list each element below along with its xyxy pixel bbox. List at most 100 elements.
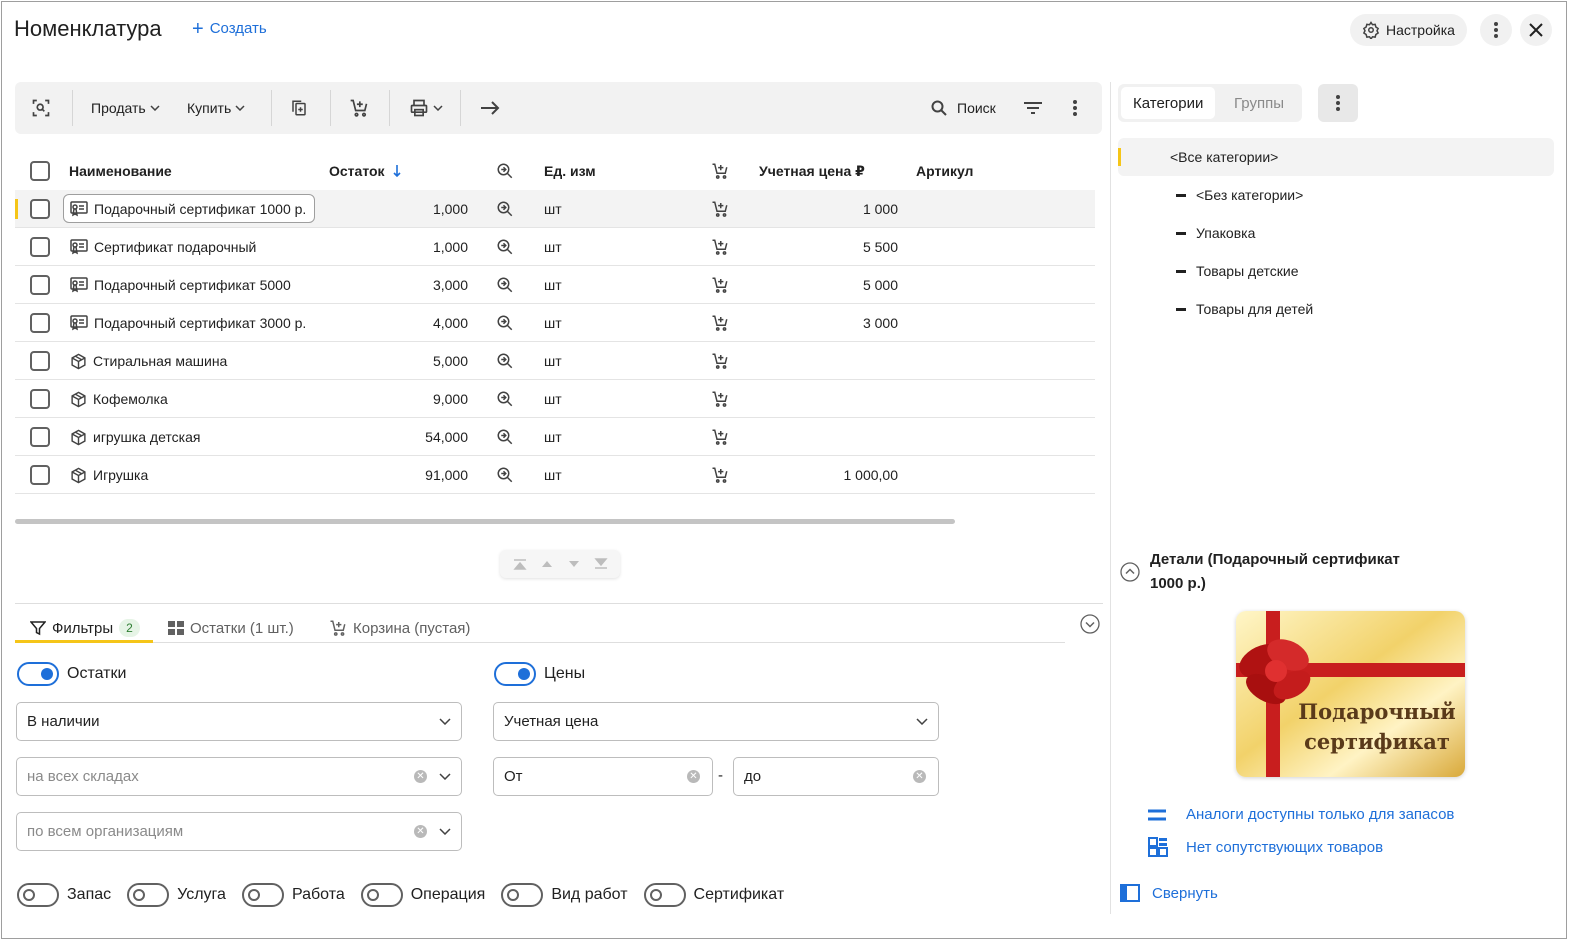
tab-groups[interactable]: Группы (1222, 87, 1296, 119)
row-checkbox[interactable] (30, 275, 50, 295)
row-cart-icon[interactable] (711, 276, 729, 294)
close-button[interactable] (1520, 14, 1552, 46)
row-name[interactable]: Игрушка (93, 467, 148, 483)
clear-icon[interactable]: ✕ (687, 770, 700, 783)
table-row[interactable]: Подарочный сертификат 1000 р. 1,000 шт 1 00… (15, 190, 1095, 228)
stock-lookup-icon[interactable] (496, 428, 514, 446)
column-header-stock[interactable]: Остаток (329, 152, 401, 190)
type-toggle[interactable] (643, 883, 686, 907)
collapse-panel-button[interactable] (1080, 614, 1100, 634)
row-name[interactable]: Стиральная машина (93, 353, 227, 369)
stock-lookup-icon[interactable] (496, 390, 514, 408)
price-from-input[interactable]: От ✕ (493, 757, 713, 796)
toolbar-more-button[interactable] (1073, 82, 1077, 134)
buy-dropdown[interactable]: Купить (187, 82, 245, 134)
row-checkbox[interactable] (30, 389, 50, 409)
sell-dropdown[interactable]: Продать (91, 82, 160, 134)
table-row[interactable]: Подарочный сертификат 3000 р. 4,000 шт 3 00… (15, 304, 1095, 342)
row-name[interactable]: Кофемолка (93, 391, 168, 407)
scan-search-button[interactable] (31, 82, 51, 134)
tab-filters[interactable]: Фильтры 2 (30, 614, 140, 642)
table-row[interactable]: Игрушка 91,000 шт 1 000,00 (15, 456, 1095, 494)
categories-more-button[interactable] (1318, 84, 1358, 122)
stock-lookup-icon[interactable] (496, 314, 514, 332)
row-cart-icon[interactable] (711, 352, 729, 370)
tab-categories[interactable]: Категории (1121, 87, 1216, 119)
print-dropdown[interactable] (409, 82, 443, 134)
select-all-checkbox[interactable] (30, 161, 50, 181)
collapse-right-panel-button[interactable]: Свернуть (1120, 884, 1218, 902)
type-toggle[interactable] (241, 883, 284, 907)
settings-button[interactable]: Настройка (1350, 14, 1467, 46)
details-collapse-button[interactable] (1120, 562, 1140, 582)
more-menu-button[interactable] (1480, 14, 1512, 46)
row-cart-icon[interactable] (711, 428, 729, 446)
row-name[interactable]: игрушка детская (93, 429, 200, 445)
filter-button[interactable] (1023, 82, 1043, 134)
row-checkbox[interactable] (30, 427, 50, 447)
last-row-icon[interactable] (593, 558, 608, 570)
copy-button[interactable] (290, 82, 308, 134)
column-header-article[interactable]: Артикул (916, 152, 973, 190)
type-toggle[interactable] (127, 883, 170, 907)
row-checkbox[interactable] (30, 199, 50, 219)
category-item[interactable]: Товары для детей (1176, 299, 1313, 319)
price-type-select[interactable]: Учетная цена (493, 702, 939, 741)
table-row[interactable]: Кофемолка 9,000 шт (15, 380, 1095, 418)
related-goods-link[interactable]: Нет сопутствующих товаров (1148, 837, 1383, 857)
row-cart-icon[interactable] (711, 390, 729, 408)
first-row-icon[interactable] (512, 558, 527, 570)
warehouses-select[interactable]: на всех складах ✕ (16, 757, 462, 796)
row-checkbox[interactable] (30, 465, 50, 485)
table-row[interactable]: Подарочный сертификат 5000 3,000 шт 5 000 (15, 266, 1095, 304)
create-button[interactable]: + Создать (192, 19, 267, 39)
add-to-cart-button[interactable] (349, 82, 369, 134)
type-toggle[interactable] (501, 883, 544, 907)
tab-stock[interactable]: Остатки (1 шт.) (168, 614, 294, 642)
previous-row-icon[interactable] (540, 559, 554, 569)
stock-lookup-icon[interactable] (496, 200, 514, 218)
row-checkbox[interactable] (30, 351, 50, 371)
category-label: Товары для детей (1196, 301, 1314, 317)
row-name[interactable]: Подарочный сертификат 3000 р. (94, 315, 306, 331)
table-row[interactable]: Стиральная машина 5,000 шт (15, 342, 1095, 380)
category-all[interactable]: <Все категории> (1118, 138, 1554, 176)
clear-icon[interactable]: ✕ (414, 825, 427, 838)
column-header-price[interactable]: Учетная цена ₽ (759, 152, 865, 190)
stock-lookup-icon[interactable] (496, 276, 514, 294)
prices-toggle[interactable] (494, 662, 536, 686)
row-cart-icon[interactable] (711, 238, 729, 256)
horizontal-scrollbar[interactable] (15, 519, 955, 524)
table-row[interactable]: игрушка детская 54,000 шт (15, 418, 1095, 456)
stock-lookup-icon[interactable] (496, 238, 514, 256)
table-row[interactable]: Сертификат подарочный 1,000 шт 5 500 (15, 228, 1095, 266)
row-name[interactable]: Подарочный сертификат 5000 (94, 277, 291, 293)
type-toggle[interactable] (17, 883, 59, 907)
category-item[interactable]: Упаковка (1176, 223, 1255, 243)
clear-icon[interactable]: ✕ (913, 770, 926, 783)
column-header-unit[interactable]: Ед. изм (544, 152, 596, 190)
row-cart-icon[interactable] (711, 200, 729, 218)
tab-cart[interactable]: Корзина (пустая) (329, 614, 470, 642)
row-name[interactable]: Подарочный сертификат 1000 р. (94, 201, 306, 217)
row-name[interactable]: Сертификат подарочный (94, 239, 256, 255)
navigate-forward-button[interactable] (480, 82, 500, 134)
row-checkbox[interactable] (30, 237, 50, 257)
stock-lookup-icon[interactable] (496, 352, 514, 370)
next-row-icon[interactable] (567, 559, 581, 569)
row-cart-icon[interactable] (711, 314, 729, 332)
search-button[interactable]: Поиск (931, 82, 996, 134)
row-cart-icon[interactable] (711, 466, 729, 484)
analogs-link[interactable]: Аналоги доступны только для запасов (1148, 806, 1454, 823)
clear-icon[interactable]: ✕ (414, 770, 427, 783)
row-checkbox[interactable] (30, 313, 50, 333)
price-to-input[interactable]: до ✕ (733, 757, 939, 796)
stock-toggle[interactable] (17, 662, 59, 686)
category-item[interactable]: Товары детские (1176, 261, 1299, 281)
category-item[interactable]: <Без категории> (1176, 185, 1303, 205)
stock-lookup-icon[interactable] (496, 466, 514, 484)
stock-availability-select[interactable]: В наличии (16, 702, 462, 741)
column-header-name[interactable]: Наименование (69, 152, 172, 190)
type-toggle[interactable] (360, 883, 403, 907)
organizations-select[interactable]: по всем организациям ✕ (16, 812, 462, 851)
